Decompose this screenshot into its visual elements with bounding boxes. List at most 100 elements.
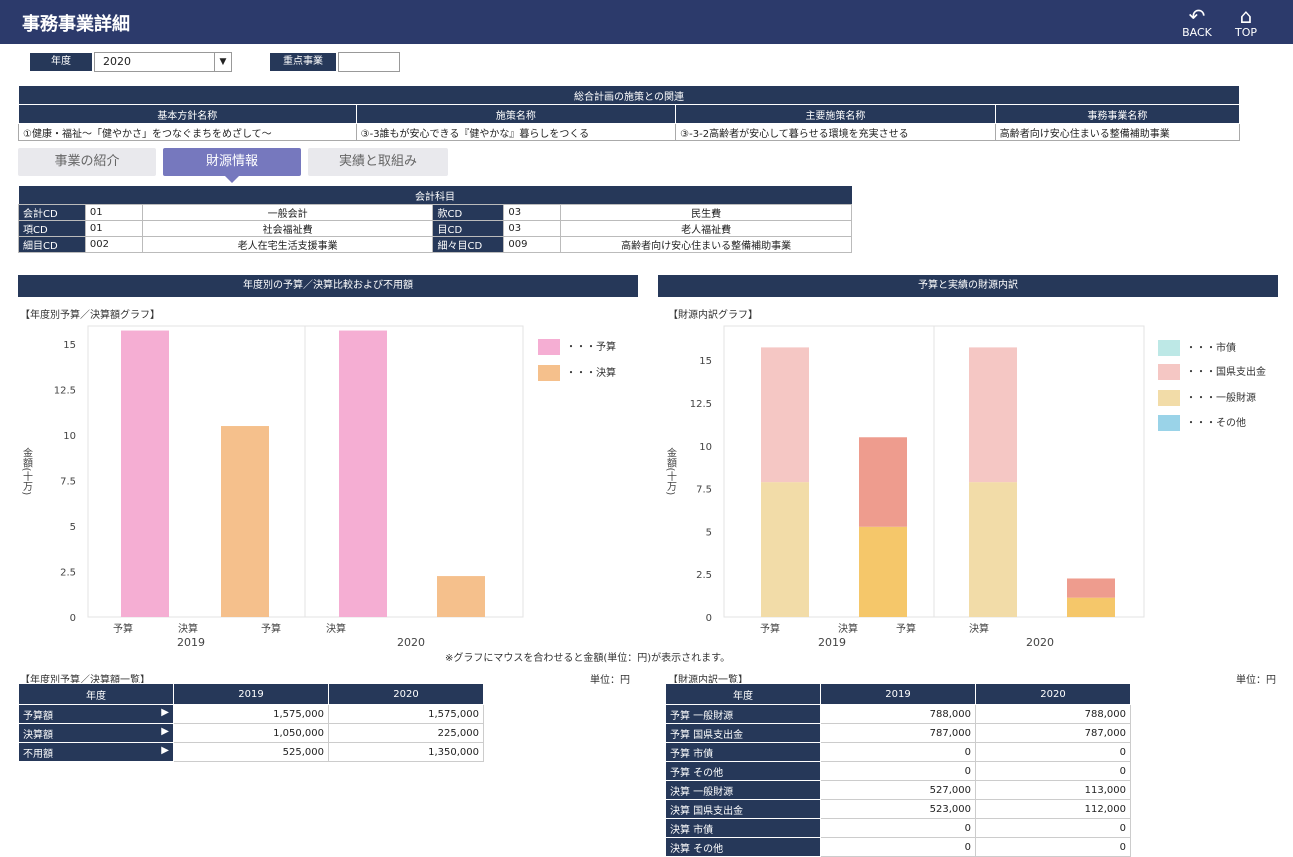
row-label[interactable]: 決算額 ▶ [18, 723, 174, 743]
relation-header: 施策名称 [355, 104, 677, 124]
account-name: 老人福祉費 [560, 220, 852, 237]
row-label[interactable]: 不用額 ▶ [18, 742, 174, 762]
table-row: 予算 一般財源 788,000 788,000 [665, 704, 1131, 724]
x-tick-label: 予算 [760, 622, 780, 635]
chevron-down-icon[interactable]: ▼ [214, 53, 231, 71]
y-tick-label: 12.5 [690, 399, 712, 410]
bar-segment [1067, 578, 1115, 598]
y-axis-label: 金額(十万) [21, 446, 33, 495]
cell-value: 525,000 [173, 742, 329, 762]
legend-grant[interactable]: ・・・国県支出金 [1158, 363, 1266, 380]
left-section-title: 年度別の予算／決算比較および不用額 [18, 275, 638, 297]
relation-value: 高齢者向け安心住まいる整備補助事業 [994, 123, 1241, 141]
play-icon: ▶ [161, 725, 169, 737]
row-label: 決算 市債 [665, 818, 821, 838]
year-select[interactable]: 2020 ▼ [94, 52, 232, 72]
account-key: 細々目CD [432, 236, 505, 253]
tab-results[interactable]: 実績と取組み [308, 148, 448, 176]
play-icon: ▶ [161, 706, 169, 718]
priority-field[interactable] [338, 52, 400, 72]
hover-note: ※グラフにマウスを合わせると金額(単位：円)が表示されます。 [445, 653, 731, 664]
table-row[interactable]: 決算額 ▶ 1,050,000 225,000 [18, 723, 484, 743]
cell-value: 0 [820, 818, 976, 838]
account-code: 01 [84, 220, 143, 237]
bar-actual-2019 [221, 426, 269, 617]
table-row: 決算 市債 0 0 [665, 818, 1131, 838]
x-group-label: 2020 [1026, 636, 1054, 649]
row-label: 予算 国県支出金 [665, 723, 821, 743]
account-code: 01 [84, 204, 143, 221]
legend-label: ・・・予算 [566, 342, 616, 353]
cell-value: 788,000 [975, 704, 1131, 724]
y-tick-label: 2.5 [60, 568, 76, 579]
y-tick-label: 2.5 [696, 570, 712, 581]
bar-segment [969, 347, 1017, 483]
table-header: 2020 [975, 683, 1131, 705]
funding-breakdown-chart[interactable]: 02.557.51012.515金額(十万)予算 決算 予算 決算2019 2020 [662, 318, 1152, 653]
bar-segment [761, 347, 809, 483]
legend-label: ・・・一般財源 [1186, 393, 1256, 404]
table2-unit: 単位：円 [1236, 675, 1276, 686]
table1-unit: 単位：円 [590, 675, 630, 686]
cell-value: 225,000 [328, 723, 484, 743]
x-tick-label: 決算 [969, 622, 989, 635]
table-header: 2019 [173, 683, 329, 705]
bar-segment [761, 482, 809, 617]
row-label: 決算 国県支出金 [665, 799, 821, 819]
relation-header: 基本方針名称 [18, 104, 357, 124]
account-code: 009 [503, 236, 562, 253]
table-row: 決算 その他 0 0 [665, 837, 1131, 857]
legend-general[interactable]: ・・・一般財源 [1158, 389, 1256, 406]
table-row: 項CD 01 社会福祉費 目CD 03 老人福祉費 [18, 220, 852, 237]
row-label: 予算 その他 [665, 761, 821, 781]
cell-value: 112,000 [975, 799, 1131, 819]
legend-swatch [1158, 415, 1180, 431]
cell-value: 1,350,000 [328, 742, 484, 762]
back-label: BACK [1182, 26, 1212, 39]
legend-label: ・・・決算 [566, 368, 616, 379]
table-row[interactable]: 予算額 ▶ 1,575,000 1,575,000 [18, 704, 484, 724]
cell-value: 1,575,000 [173, 704, 329, 724]
priority-label: 重点事業 [270, 53, 336, 71]
row-label: 予算 一般財源 [665, 704, 821, 724]
account-key: 細目CD [18, 236, 86, 253]
cell-value: 0 [820, 761, 976, 781]
legend-budget[interactable]: ・・・予算 [538, 338, 616, 355]
top-label: TOP [1234, 26, 1257, 39]
top-button[interactable]: ⌂ TOP [1226, 6, 1266, 39]
y-tick-label: 7.5 [696, 485, 712, 496]
y-axis-label: 金額(十万) [665, 446, 677, 495]
tab-finance[interactable]: 財源情報 [163, 148, 301, 176]
account-name: 民生費 [560, 204, 852, 221]
table-row: 決算 国県支出金 523,000 112,000 [665, 799, 1131, 819]
bar-segment [859, 526, 907, 617]
account-key: 項CD [18, 220, 86, 237]
legend-actual[interactable]: ・・・決算 [538, 364, 616, 381]
page-title: 事務事業詳細 [22, 14, 130, 35]
legend-label: ・・・国県支出金 [1186, 367, 1266, 378]
cell-value: 0 [820, 742, 976, 762]
table-row: 予算 国県支出金 787,000 787,000 [665, 723, 1131, 743]
account-table: 会計科目 会計CD 01 一般会計 款CD 03 民生費 項CD 01 社会福祉… [18, 186, 852, 253]
y-tick-label: 15 [63, 340, 76, 351]
legend-label: ・・・市債 [1186, 343, 1236, 354]
x-tick-label: 決算 [838, 622, 858, 635]
row-label[interactable]: 予算額 ▶ [18, 704, 174, 724]
cell-value: 1,575,000 [328, 704, 484, 724]
account-name: 高齢者向け安心住まいる整備補助事業 [560, 236, 852, 253]
table-row: 予算 市債 0 0 [665, 742, 1131, 762]
bar-actual-2020 [437, 576, 485, 617]
cell-value: 113,000 [975, 780, 1131, 800]
tab-introduction[interactable]: 事業の紹介 [18, 148, 156, 176]
y-tick-label: 10 [699, 442, 712, 453]
relation-header: 主要施策名称 [675, 104, 996, 124]
x-tick-label: 決算 [178, 622, 198, 635]
table-row: 会計CD 01 一般会計 款CD 03 民生費 [18, 204, 852, 221]
legend-bond[interactable]: ・・・市債 [1158, 339, 1236, 356]
budget-actual-chart[interactable]: 02.557.51012.515金額(十万)予算 決算 予算 決算2019 2020 [18, 318, 538, 653]
back-button[interactable]: ↶ BACK [1176, 6, 1218, 39]
relation-header: 事務事業名称 [994, 104, 1241, 124]
table-header: 年度 [18, 683, 174, 705]
table-row[interactable]: 不用額 ▶ 525,000 1,350,000 [18, 742, 484, 762]
legend-other[interactable]: ・・・その他 [1158, 414, 1246, 431]
